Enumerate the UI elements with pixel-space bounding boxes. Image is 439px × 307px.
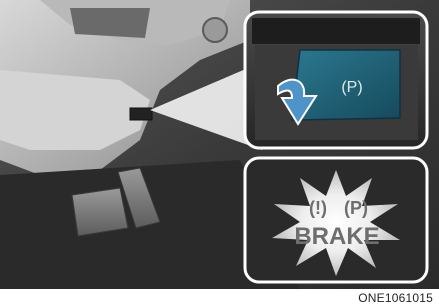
epb-switch-location bbox=[129, 107, 153, 121]
parking-brake-icon: (P) bbox=[344, 198, 368, 218]
epb-illustration: (P) (!) (P) BRAKE bbox=[0, 0, 439, 289]
air-vent bbox=[70, 8, 150, 38]
warning-light-panel: (!) (P) BRAKE bbox=[243, 156, 429, 284]
figure-code: ONE1061015 bbox=[358, 291, 433, 305]
brake-label: BRAKE bbox=[294, 223, 379, 250]
switch-zoom-panel: (P) bbox=[243, 10, 429, 150]
control-knob bbox=[202, 17, 228, 43]
brake-pedal bbox=[71, 187, 129, 237]
brake-warning-icon: (!) bbox=[309, 198, 327, 218]
switch-symbol: (P) bbox=[341, 79, 362, 96]
